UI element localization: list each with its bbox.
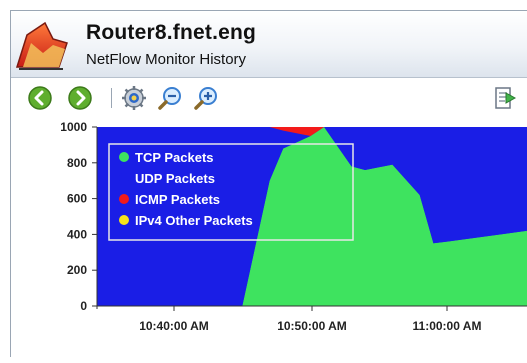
netflow-chart: 1000 800 600 400 200 0 10:40:00 AM 10:50:00 AM 1… [60,120,527,333]
x-tick-label: 10:40:00 AM [139,319,209,333]
green-left-arrow-icon [28,86,52,110]
green-right-arrow-icon [68,86,92,110]
y-tick-label: 200 [67,263,87,277]
x-tick-label: 11:00:00 AM [413,319,482,333]
legend-swatch [119,173,129,183]
y-tick-label: 1000 [60,120,87,134]
zoom-out-icon [158,87,181,110]
netflow-window: Router8.fnet.eng NetFlow Monitor History [10,10,527,357]
toolbar-separator [111,88,112,108]
window-header: Router8.fnet.eng NetFlow Monitor History [11,11,527,78]
legend-label: ICMP Packets [135,192,220,207]
legend-swatch [119,152,129,162]
y-tick-label: 400 [67,227,87,241]
zoom-in-icon [194,87,217,110]
zoom-in-button[interactable] [193,85,219,111]
x-tick-label: 10:50:00 AM [277,319,347,333]
toolbar [11,78,527,116]
gear-icon [122,86,146,110]
export-button[interactable] [493,85,519,111]
back-button[interactable] [27,85,53,111]
window-title: Router8.fnet.eng [86,21,257,44]
zoom-out-button[interactable] [157,85,183,111]
legend-swatch [119,194,129,204]
y-tick-label: 600 [67,192,87,206]
y-tick-label: 0 [80,299,87,313]
export-arrow-icon [495,87,517,109]
legend-label: TCP Packets [135,150,214,165]
chart-app-icon [15,21,68,70]
y-tick-label: 800 [67,156,87,170]
legend-label: IPv4 Other Packets [135,213,253,228]
window-subtitle: NetFlow Monitor History [86,51,247,68]
legend-label: UDP Packets [135,171,215,186]
settings-button[interactable] [121,85,147,111]
legend-swatch [119,215,129,225]
chart-area: 1000 800 600 400 200 0 10:40:00 AM 10:50:00 AM 1… [11,117,527,358]
forward-button[interactable] [67,85,93,111]
